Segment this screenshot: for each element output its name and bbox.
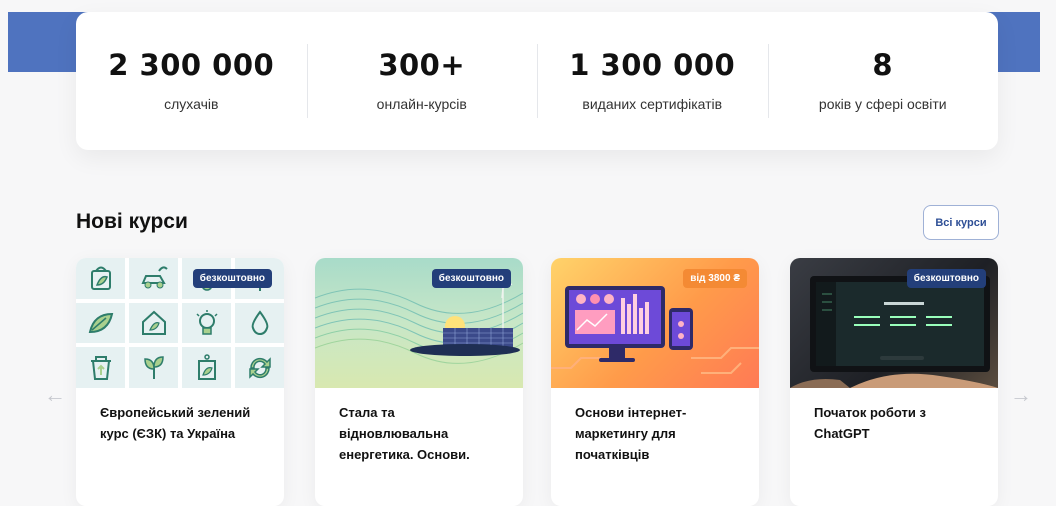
recycle-arrows-icon: [235, 347, 284, 388]
price-badge: безкоштовно: [431, 269, 511, 288]
course-title[interactable]: Основи інтернет-маркетингу для початківц…: [551, 388, 759, 465]
course-card[interactable]: від 3800 ₴ Основи інтернет-маркетингу дл…: [551, 258, 759, 506]
stat-label: слухачів: [164, 96, 219, 112]
leaf-hand-icon: [76, 302, 125, 344]
price-badge: від 3800 ₴: [683, 269, 747, 288]
stat-courses: 300+ онлайн-курсів: [306, 12, 538, 150]
price-badge: безкоштовно: [192, 269, 272, 288]
stat-label: років у сфері освіти: [818, 96, 947, 112]
section-title: Нові курси: [76, 210, 188, 233]
carousel-next-arrow-icon[interactable]: →: [1010, 382, 1032, 408]
course-card[interactable]: безкоштовно Стала та відновлювальна енер…: [315, 258, 523, 506]
all-courses-button[interactable]: Всі курси: [923, 205, 999, 240]
stat-label: виданих сертифікатів: [582, 96, 723, 112]
leaf-bag-icon: [76, 258, 125, 299]
stat-value: 8: [872, 48, 894, 82]
course-title[interactable]: Початок роботи з ChatGPT: [790, 388, 998, 444]
stat-certificates: 1 300 000 виданих сертифікатів: [537, 12, 768, 150]
stat-value: 300+: [378, 48, 466, 82]
course-title[interactable]: Стала та відновлювальна енергетика. Осно…: [315, 388, 523, 465]
stat-listeners: 2 300 000 слухачів: [76, 12, 307, 150]
course-title[interactable]: Європейський зелений курс (ЄЗК) та Украї…: [76, 388, 284, 444]
course-card[interactable]: безкоштовно Початок роботи з ChatGPT: [790, 258, 998, 506]
stat-value: 1 300 000: [569, 48, 736, 82]
eco-house-icon: [129, 302, 178, 344]
eco-tag-icon: [182, 347, 231, 388]
course-image: від 3800 ₴: [551, 258, 759, 388]
course-card[interactable]: безкоштовно Європейський зелений курс (Є…: [76, 258, 284, 506]
carousel-prev-arrow-icon[interactable]: ←: [44, 382, 66, 408]
water-drop-icon: [235, 302, 284, 344]
plant-icon: [129, 347, 178, 388]
stat-years: 8 років у сфері освіти: [767, 12, 999, 150]
course-image: безкоштовно: [315, 258, 523, 388]
stats-card: 2 300 000 слухачів 300+ онлайн-курсів 1 …: [76, 12, 998, 150]
eco-bulb-icon: [182, 302, 231, 344]
recycle-bin-icon: [76, 347, 125, 388]
stat-value: 2 300 000: [108, 48, 275, 82]
price-badge: безкоштовно: [906, 269, 986, 288]
electric-car-icon: [129, 258, 178, 299]
course-image: безкоштовно: [76, 258, 284, 388]
stat-label: онлайн-курсів: [376, 96, 467, 112]
course-image: безкоштовно: [790, 258, 998, 388]
